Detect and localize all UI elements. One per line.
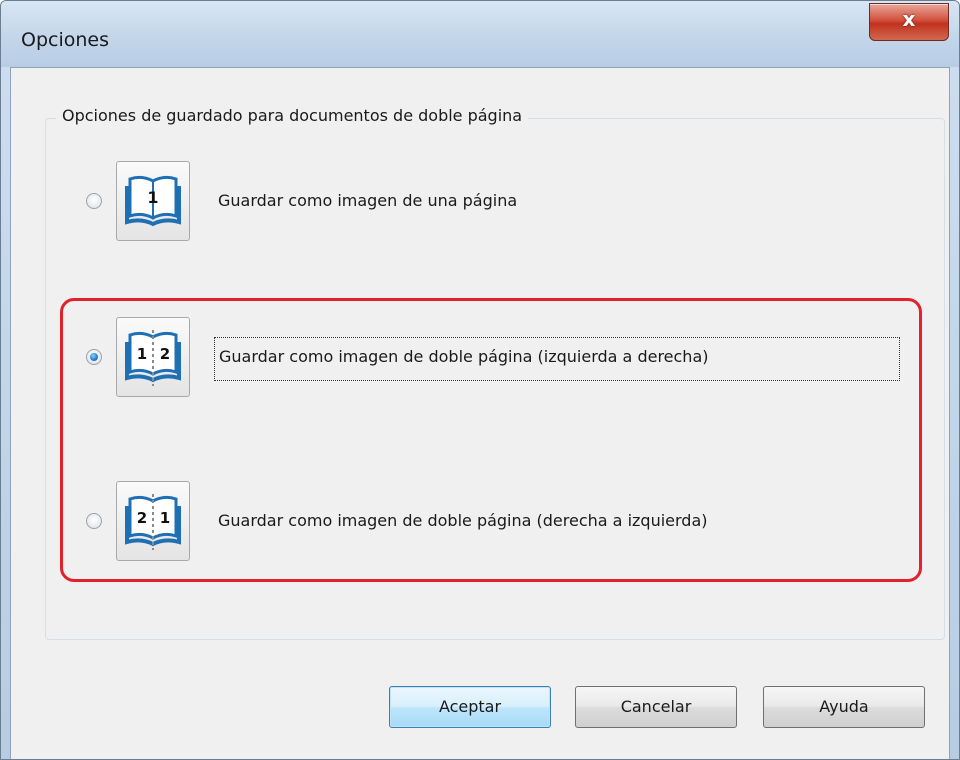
accept-button[interactable]: Aceptar (389, 686, 551, 728)
cancel-button[interactable]: Cancelar (575, 686, 737, 728)
single-page-button[interactable]: 1 (116, 161, 190, 241)
dialog-body: Opciones de guardado para documentos de … (10, 67, 950, 759)
option-single-page[interactable]: 1 Guardar como imagen de una página (46, 161, 944, 243)
close-icon: x (902, 7, 916, 31)
title-bar[interactable]: Opciones x (1, 1, 959, 67)
highlight-frame (60, 298, 922, 582)
single-page-book-icon: 1 (125, 175, 181, 227)
book-digit: 1 (147, 188, 158, 207)
radio-single-page[interactable] (86, 193, 102, 209)
options-dialog: Opciones x Opciones de guardado para doc… (0, 0, 960, 760)
group-title: Opciones de guardado para documentos de … (56, 106, 529, 125)
help-button[interactable]: Ayuda (763, 686, 925, 728)
close-button[interactable]: x (869, 3, 949, 41)
option-label[interactable]: Guardar como imagen de una página (218, 191, 517, 210)
window-title: Opciones (21, 29, 109, 51)
